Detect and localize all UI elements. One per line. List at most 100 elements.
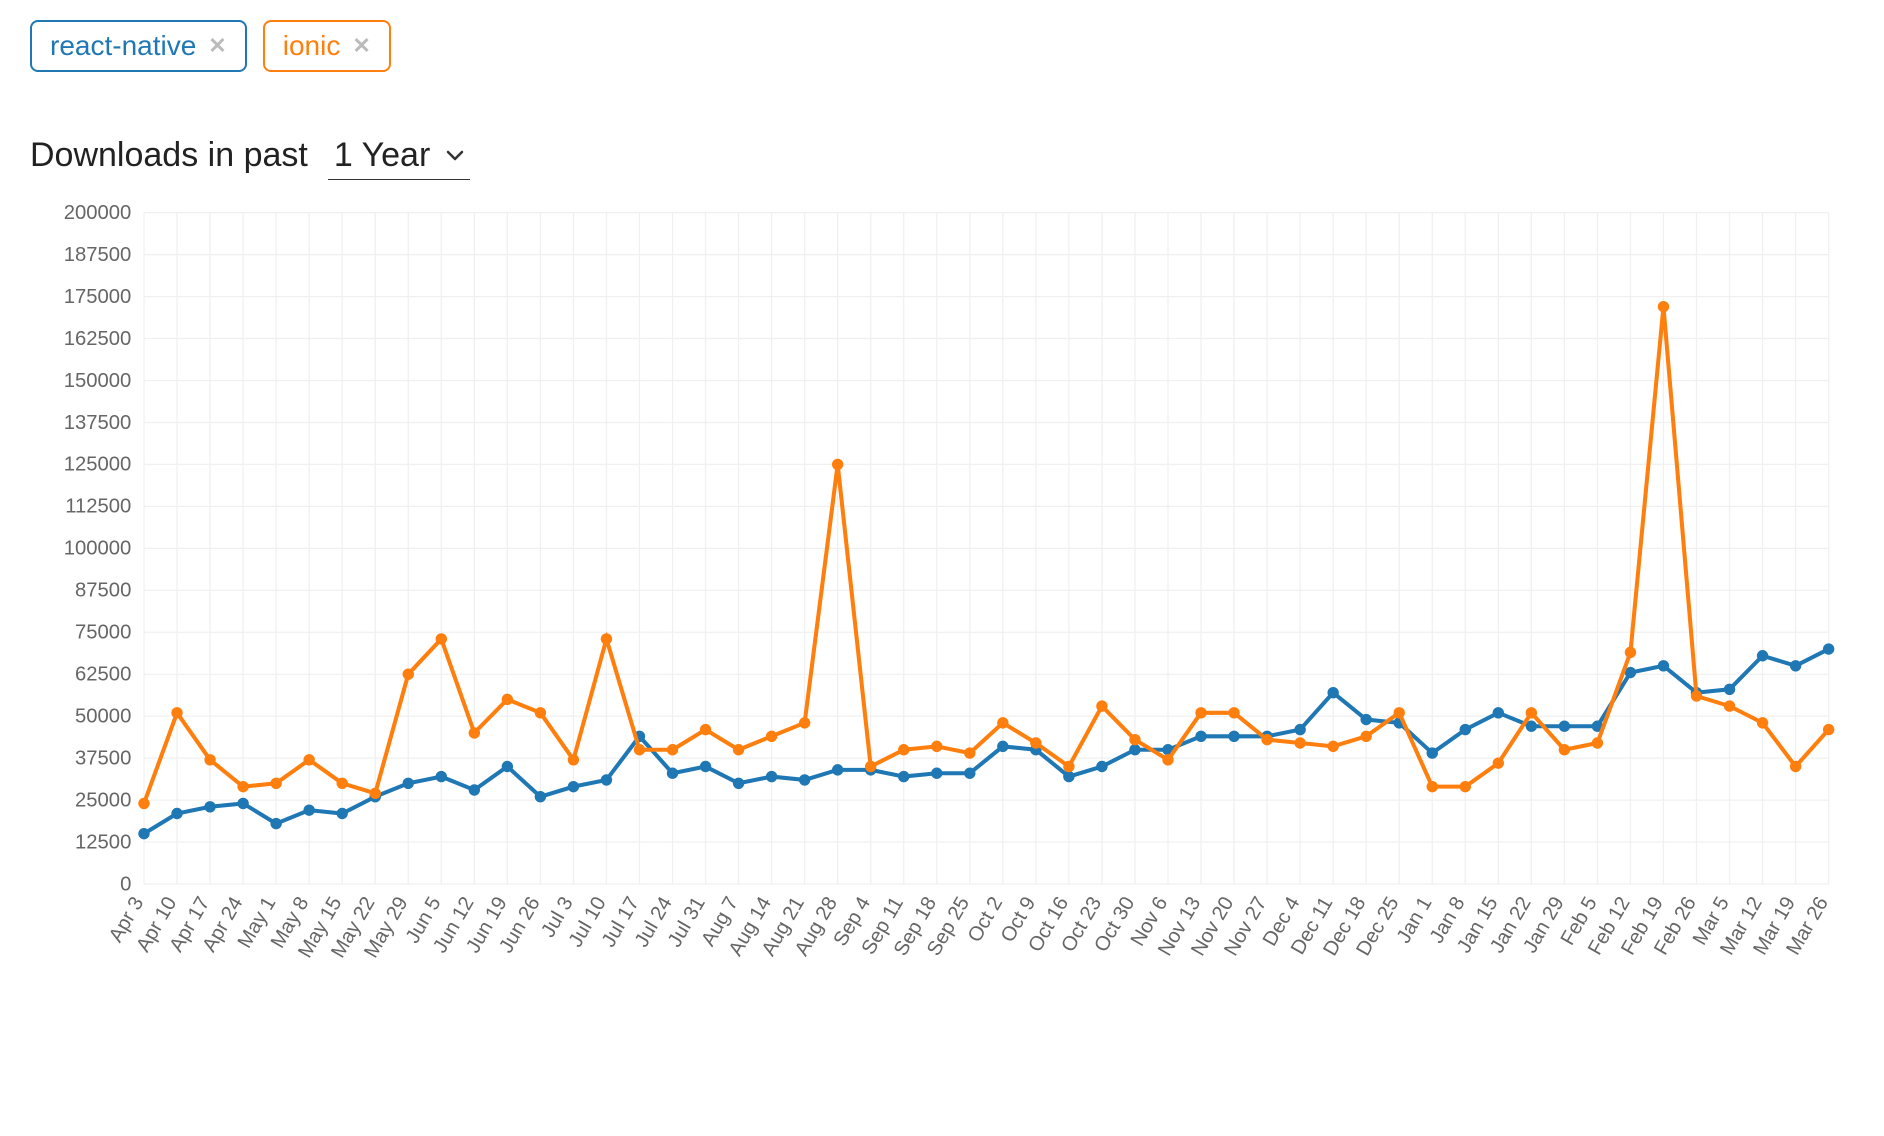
data-point[interactable] xyxy=(370,788,381,799)
tag-ionic[interactable]: ionic ✕ xyxy=(263,20,391,72)
data-point[interactable] xyxy=(1625,647,1636,658)
data-point[interactable] xyxy=(1261,734,1272,745)
data-point[interactable] xyxy=(1096,700,1107,711)
data-point[interactable] xyxy=(469,784,480,795)
close-icon[interactable]: ✕ xyxy=(352,33,370,59)
data-point[interactable] xyxy=(700,724,711,735)
data-point[interactable] xyxy=(1327,687,1338,698)
data-point[interactable] xyxy=(634,744,645,755)
data-point[interactable] xyxy=(1195,731,1206,742)
data-point[interactable] xyxy=(469,727,480,738)
data-point[interactable] xyxy=(964,747,975,758)
data-point[interactable] xyxy=(766,731,777,742)
data-point[interactable] xyxy=(1427,781,1438,792)
data-point[interactable] xyxy=(733,778,744,789)
data-point[interactable] xyxy=(1294,737,1305,748)
data-point[interactable] xyxy=(997,717,1008,728)
data-point[interactable] xyxy=(270,818,281,829)
data-point[interactable] xyxy=(1427,747,1438,758)
data-point[interactable] xyxy=(403,778,414,789)
data-point[interactable] xyxy=(138,798,149,809)
data-point[interactable] xyxy=(1559,721,1570,732)
data-point[interactable] xyxy=(1063,761,1074,772)
data-point[interactable] xyxy=(1195,707,1206,718)
data-point[interactable] xyxy=(1493,707,1504,718)
data-point[interactable] xyxy=(601,633,612,644)
close-icon[interactable]: ✕ xyxy=(208,33,226,59)
data-point[interactable] xyxy=(1129,734,1140,745)
data-point[interactable] xyxy=(898,771,909,782)
data-point[interactable] xyxy=(865,761,876,772)
data-point[interactable] xyxy=(336,808,347,819)
data-point[interactable] xyxy=(766,771,777,782)
data-point[interactable] xyxy=(436,633,447,644)
chevron-down-icon xyxy=(446,150,464,162)
data-point[interactable] xyxy=(1360,714,1371,725)
data-point[interactable] xyxy=(171,808,182,819)
data-point[interactable] xyxy=(502,761,513,772)
data-point[interactable] xyxy=(1327,741,1338,752)
data-point[interactable] xyxy=(204,754,215,765)
data-point[interactable] xyxy=(1757,650,1768,661)
data-point[interactable] xyxy=(568,754,579,765)
data-point[interactable] xyxy=(270,778,281,789)
data-point[interactable] xyxy=(1724,700,1735,711)
data-point[interactable] xyxy=(336,778,347,789)
data-point[interactable] xyxy=(237,798,248,809)
data-point[interactable] xyxy=(1790,660,1801,671)
data-point[interactable] xyxy=(1526,707,1537,718)
data-point[interactable] xyxy=(1460,781,1471,792)
data-point[interactable] xyxy=(931,741,942,752)
y-tick-label: 112500 xyxy=(65,496,131,518)
data-point[interactable] xyxy=(667,768,678,779)
data-point[interactable] xyxy=(667,744,678,755)
data-point[interactable] xyxy=(1063,771,1074,782)
data-point[interactable] xyxy=(997,741,1008,752)
data-point[interactable] xyxy=(1360,731,1371,742)
data-point[interactable] xyxy=(436,771,447,782)
data-point[interactable] xyxy=(1394,707,1405,718)
data-point[interactable] xyxy=(1228,707,1239,718)
data-point[interactable] xyxy=(1724,684,1735,695)
data-point[interactable] xyxy=(171,707,182,718)
data-point[interactable] xyxy=(1757,717,1768,728)
data-point[interactable] xyxy=(535,791,546,802)
data-point[interactable] xyxy=(535,707,546,718)
data-point[interactable] xyxy=(898,744,909,755)
data-point[interactable] xyxy=(1658,301,1669,312)
data-point[interactable] xyxy=(1691,690,1702,701)
data-point[interactable] xyxy=(832,764,843,775)
data-point[interactable] xyxy=(1658,660,1669,671)
data-point[interactable] xyxy=(799,717,810,728)
data-point[interactable] xyxy=(1228,731,1239,742)
data-point[interactable] xyxy=(931,768,942,779)
data-point[interactable] xyxy=(237,781,248,792)
data-point[interactable] xyxy=(1592,737,1603,748)
data-point[interactable] xyxy=(138,828,149,839)
data-point[interactable] xyxy=(502,694,513,705)
data-point[interactable] xyxy=(1559,744,1570,755)
data-point[interactable] xyxy=(1162,754,1173,765)
data-point[interactable] xyxy=(832,459,843,470)
data-point[interactable] xyxy=(733,744,744,755)
data-point[interactable] xyxy=(403,669,414,680)
data-point[interactable] xyxy=(1294,724,1305,735)
data-point[interactable] xyxy=(204,801,215,812)
data-point[interactable] xyxy=(303,804,314,815)
data-point[interactable] xyxy=(700,761,711,772)
data-point[interactable] xyxy=(1096,761,1107,772)
data-point[interactable] xyxy=(964,768,975,779)
data-point[interactable] xyxy=(1823,724,1834,735)
data-point[interactable] xyxy=(1129,744,1140,755)
data-point[interactable] xyxy=(799,774,810,785)
data-point[interactable] xyxy=(1823,643,1834,654)
period-select[interactable]: 1 Year xyxy=(328,132,470,180)
data-point[interactable] xyxy=(303,754,314,765)
data-point[interactable] xyxy=(568,781,579,792)
data-point[interactable] xyxy=(601,774,612,785)
data-point[interactable] xyxy=(1030,737,1041,748)
data-point[interactable] xyxy=(1493,757,1504,768)
data-point[interactable] xyxy=(1460,724,1471,735)
data-point[interactable] xyxy=(1790,761,1801,772)
tag-react-native[interactable]: react-native ✕ xyxy=(30,20,247,72)
